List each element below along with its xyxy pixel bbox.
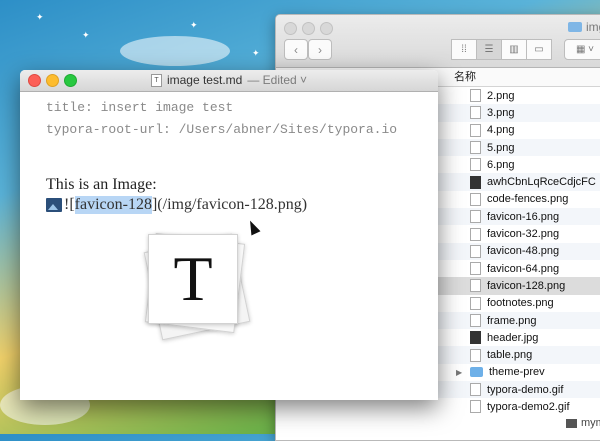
minimize-button[interactable] — [302, 22, 315, 35]
image-file-icon — [470, 279, 481, 293]
file-name: frame.png — [487, 314, 537, 327]
list-view-icon[interactable]: ☰ — [476, 39, 502, 60]
file-name: typora-demo2.gif — [487, 400, 570, 413]
column-view-icon[interactable]: ▥ — [501, 39, 527, 60]
paragraph-text[interactable]: This is an Image: — [46, 176, 157, 194]
typora-window: T image test.md — Edited ˅ title: insert… — [20, 70, 438, 400]
image-file-icon — [470, 141, 481, 155]
star-decoration: ✦ — [82, 30, 90, 40]
dark-image-file-icon — [470, 331, 481, 345]
file-name: 2.png — [487, 89, 515, 102]
file-name: header.jpg — [487, 331, 539, 344]
file-name: favicon-48.png — [487, 245, 560, 258]
star-decoration: ✦ — [252, 48, 260, 58]
gallery-view-icon[interactable]: ▭ — [526, 39, 552, 60]
image-file-icon — [470, 106, 481, 120]
disclosure-triangle-icon[interactable]: ▶ — [456, 368, 462, 377]
edited-status: — Edited ˅ — [247, 73, 308, 87]
folder-icon — [568, 22, 582, 32]
forward-button[interactable]: › — [308, 39, 332, 60]
view-mode-segment: ⁞⁞ ☰ ▥ ▭ — [451, 39, 552, 60]
image-file-icon — [470, 296, 481, 310]
zoom-button[interactable] — [320, 22, 333, 35]
file-row[interactable]: typora-demo2.gif — [276, 398, 600, 415]
finder-bottom-item: mymi — [566, 417, 600, 429]
image-file-icon — [470, 89, 481, 103]
arrange-button[interactable]: ▦ ˅ — [564, 39, 600, 60]
image-icon — [46, 198, 62, 212]
image-file-icon — [470, 383, 481, 397]
image-markdown-line[interactable]: ![ favicon-128 ](/img/favicon-128.png) — [46, 196, 307, 214]
file-name: 3.png — [487, 106, 515, 119]
image-file-icon — [470, 244, 481, 258]
image-file-icon — [470, 210, 481, 224]
cloud-decoration — [120, 36, 230, 66]
front-matter-title[interactable]: title: insert image test — [46, 100, 233, 115]
image-file-icon — [470, 227, 481, 241]
logo-letter: T — [148, 234, 238, 324]
finder-toolbar: img ‹ › ⁞⁞ ☰ ▥ ▭ ▦ ˅ — [276, 15, 600, 68]
file-name: favicon-64.png — [487, 262, 560, 275]
folder-icon — [470, 367, 483, 378]
close-button[interactable] — [284, 22, 297, 35]
typora-logo-image: T — [142, 230, 251, 341]
image-file-icon — [470, 123, 481, 137]
image-file-icon — [470, 192, 481, 206]
back-button[interactable]: ‹ — [284, 39, 308, 60]
file-name: 6.png — [487, 158, 515, 171]
file-name: 4.png — [487, 124, 515, 137]
folder-icon — [566, 418, 577, 428]
editor-titlebar: T image test.md — Edited ˅ — [20, 70, 438, 92]
file-name: awhCbnLqRceCdjcFC — [487, 176, 596, 189]
image-file-icon — [470, 400, 481, 414]
icon-view-icon[interactable]: ⁞⁞ — [451, 39, 477, 60]
file-name: favicon-128.png — [487, 279, 566, 292]
file-name: 5.png — [487, 141, 515, 154]
file-name: favicon-16.png — [487, 210, 560, 223]
image-file-icon — [470, 262, 481, 276]
star-decoration: ✦ — [190, 20, 198, 30]
file-name: favicon-32.png — [487, 228, 560, 241]
mouse-cursor-icon — [245, 218, 261, 236]
image-file-icon — [470, 158, 481, 172]
file-name: code-fences.png — [487, 193, 569, 206]
image-file-icon — [470, 314, 481, 327]
file-name: table.png — [487, 349, 533, 362]
document-title[interactable]: T image test.md — Edited ˅ — [20, 73, 438, 87]
document-icon: T — [150, 73, 162, 87]
file-name: typora-demo.gif — [487, 383, 564, 396]
dark-image-file-icon — [470, 175, 481, 189]
alt-text-selection[interactable]: favicon-128 — [74, 196, 152, 214]
file-name: footnotes.png — [487, 297, 554, 310]
star-decoration: ✦ — [36, 12, 44, 22]
file-name: theme-prev — [489, 366, 545, 379]
front-matter-root-url[interactable]: typora-root-url: /Users/abner/Sites/typo… — [46, 122, 397, 137]
image-file-icon — [470, 348, 481, 362]
finder-title: img — [568, 20, 600, 34]
